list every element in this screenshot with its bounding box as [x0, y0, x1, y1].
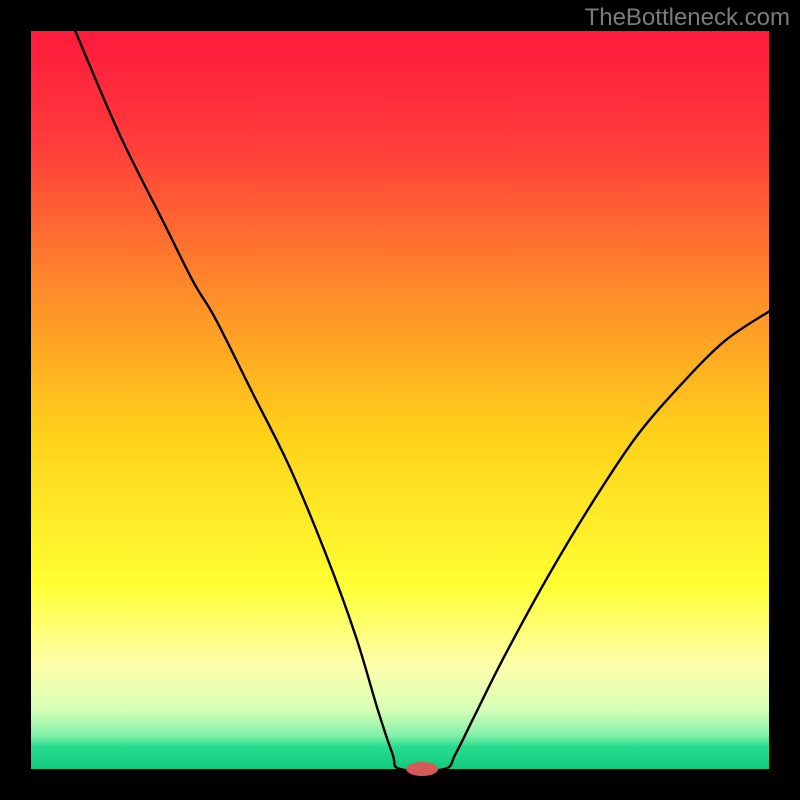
chart-svg: [0, 0, 800, 800]
bottleneck-chart: TheBottleneck.com: [0, 0, 800, 800]
plot-background: [31, 31, 769, 769]
optimum-marker: [406, 762, 438, 776]
attribution-watermark: TheBottleneck.com: [585, 4, 790, 32]
